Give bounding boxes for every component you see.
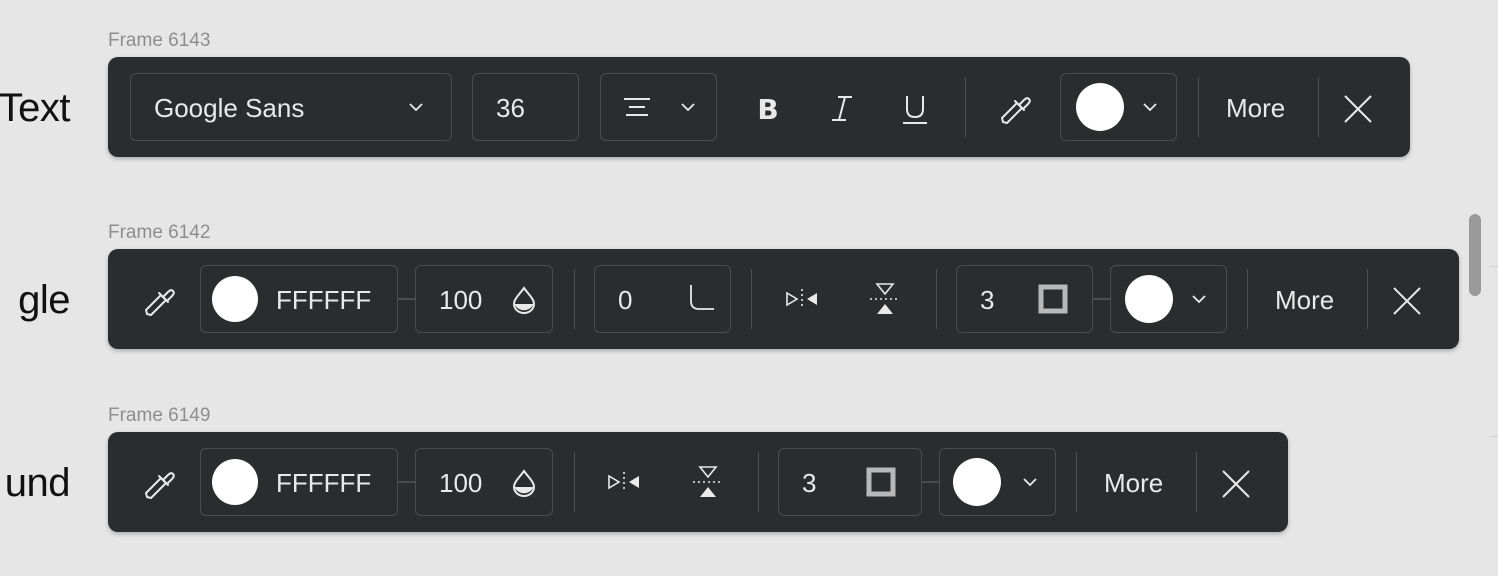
- divider: [1198, 77, 1199, 137]
- scrollbar-thumb[interactable]: [1469, 214, 1481, 296]
- divider: [1196, 452, 1197, 512]
- chevron-down-icon: [681, 103, 695, 112]
- eyedropper-icon[interactable]: [142, 466, 178, 502]
- frame-label: Frame 6143: [108, 30, 211, 51]
- chevron-down-icon: [409, 103, 423, 112]
- stroke-width-field[interactable]: [778, 448, 922, 516]
- connector: [398, 481, 416, 483]
- opacity-drop-icon: [512, 469, 536, 497]
- align-center-icon: [624, 98, 650, 116]
- more-button[interactable]: More: [1275, 287, 1334, 313]
- flip-horizontal-icon[interactable]: [606, 470, 642, 494]
- flip-vertical-icon[interactable]: [691, 464, 725, 500]
- connector: [398, 298, 416, 300]
- stroke-width-value: 3: [980, 285, 995, 315]
- divider: [574, 452, 575, 512]
- shape-toolbar: FFFFFF 100 0 3 More: [108, 249, 1459, 349]
- more-button[interactable]: More: [1104, 470, 1163, 496]
- stroke-color-swatch: [953, 458, 1001, 506]
- opacity-drop-icon: [512, 286, 536, 314]
- stroke-width-value: 3: [802, 468, 817, 498]
- eyedropper-icon[interactable]: [142, 283, 178, 319]
- font-size-value: 36: [496, 93, 525, 123]
- more-button[interactable]: More: [1226, 95, 1285, 121]
- stroke-square-icon: [866, 467, 896, 497]
- fill-color-swatch: [212, 276, 258, 322]
- frame-label: Frame 6149: [108, 405, 211, 426]
- close-icon[interactable]: [1391, 285, 1423, 317]
- chevron-down-icon: [1143, 103, 1157, 112]
- opacity-value: 100: [439, 285, 483, 315]
- bold-icon[interactable]: B: [754, 93, 782, 123]
- frame-label: Frame 6142: [108, 222, 211, 243]
- stroke-color-swatch: [1125, 275, 1173, 323]
- close-icon[interactable]: [1342, 93, 1374, 125]
- row-label-rectangle: gle: [18, 278, 70, 322]
- text-color-swatch: [1076, 83, 1124, 131]
- row-label-background: und: [4, 461, 71, 505]
- flip-vertical-icon[interactable]: [868, 281, 902, 317]
- stroke-square-icon: [1038, 284, 1068, 314]
- fill-color-swatch: [212, 459, 258, 505]
- fill-hex-value: FFFFFF: [276, 285, 372, 315]
- flip-horizontal-icon[interactable]: [784, 287, 820, 311]
- divider: [1247, 269, 1248, 329]
- divider: [1367, 269, 1368, 329]
- corner-radius-value: 0: [618, 285, 633, 315]
- font-size-input[interactable]: [472, 73, 579, 141]
- underline-icon[interactable]: [900, 93, 930, 125]
- stroke-width-field[interactable]: [956, 265, 1093, 333]
- panel-edge-line: [1490, 436, 1498, 437]
- fill-hex-value: FFFFFF: [276, 468, 372, 498]
- divider: [751, 269, 752, 329]
- divider: [758, 452, 759, 512]
- text-toolbar: Google Sans 36 B More: [108, 57, 1410, 157]
- connector: [1093, 298, 1111, 300]
- chevron-down-icon: [1192, 295, 1206, 304]
- eyedropper-icon[interactable]: [998, 91, 1034, 127]
- opacity-value: 100: [439, 468, 483, 498]
- close-icon[interactable]: [1220, 468, 1252, 500]
- panel-edge-line: [1490, 266, 1498, 267]
- divider: [1318, 77, 1319, 137]
- divider: [574, 269, 575, 329]
- divider: [1076, 452, 1077, 512]
- corner-radius-icon: [690, 285, 714, 310]
- italic-icon[interactable]: [828, 93, 856, 123]
- divider: [965, 77, 966, 137]
- divider: [936, 269, 937, 329]
- font-family-value: Google Sans: [154, 93, 305, 123]
- svg-text:B: B: [757, 93, 778, 123]
- chevron-down-icon: [1023, 478, 1037, 487]
- text-align-dropdown[interactable]: [600, 73, 717, 141]
- background-toolbar: FFFFFF 100 3 More: [108, 432, 1288, 532]
- row-label-text: Text: [0, 86, 71, 130]
- connector: [922, 481, 940, 483]
